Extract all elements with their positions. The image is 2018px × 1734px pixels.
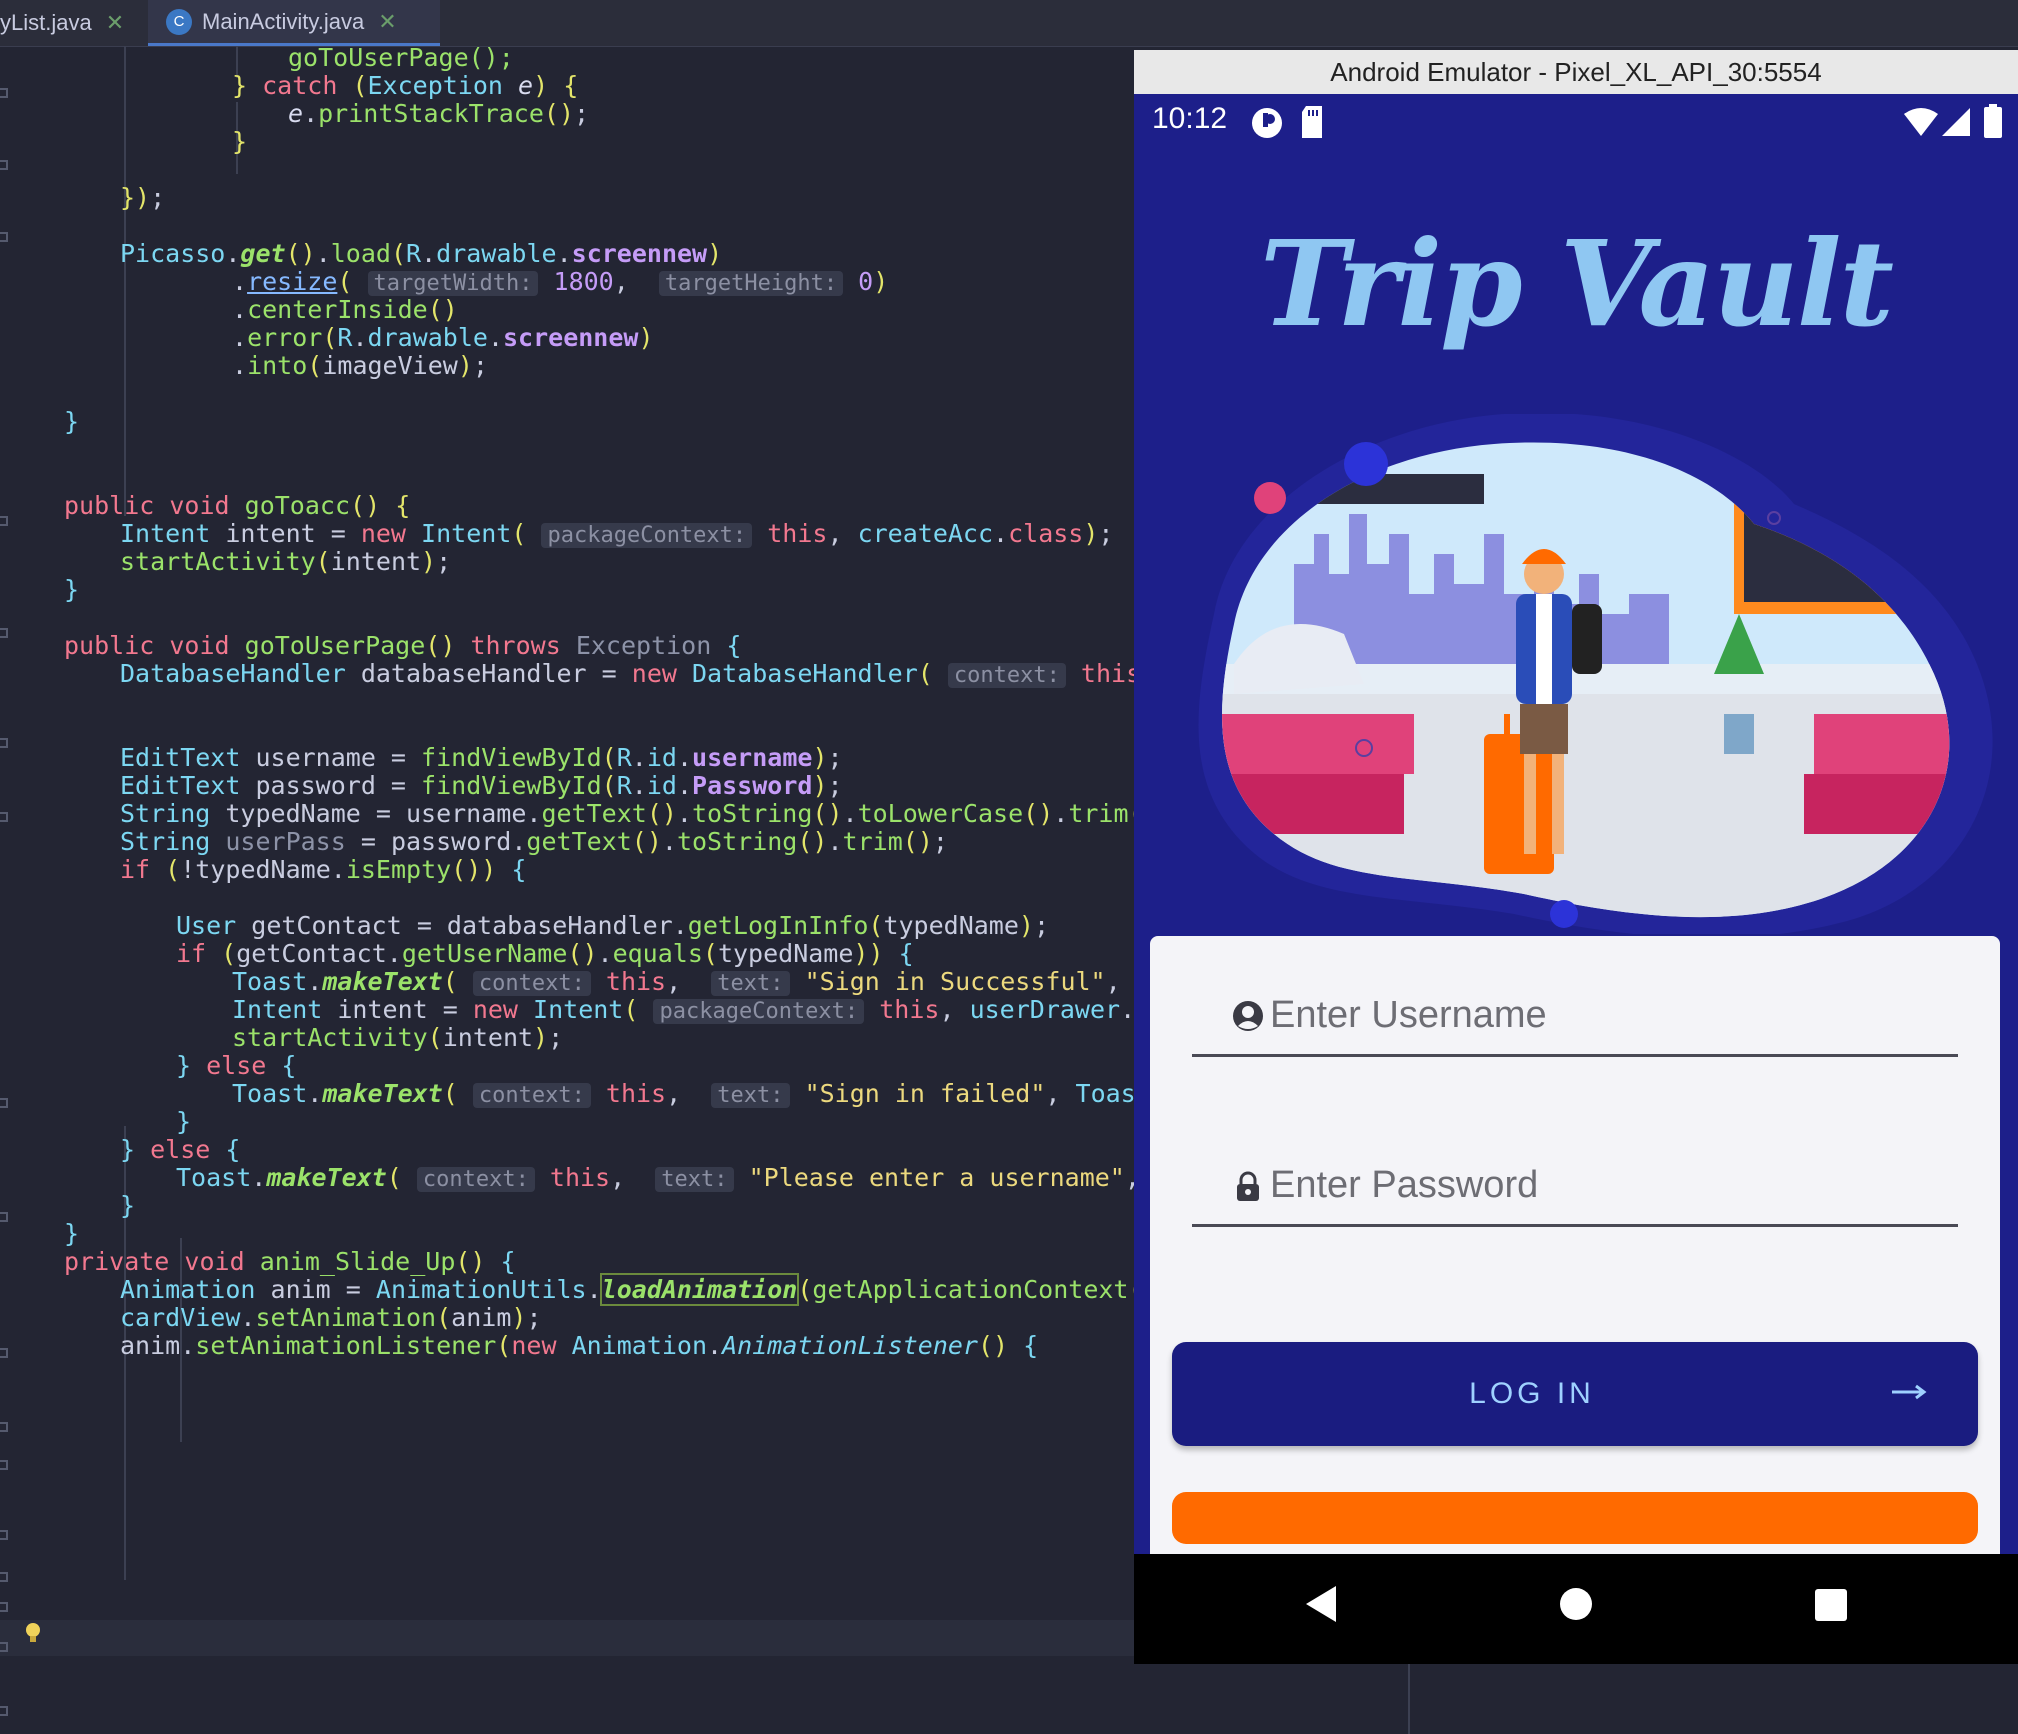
- code-line: e.printStackTrace();: [288, 99, 590, 128]
- tab-mainactivity-java[interactable]: C MainActivity.java ✕: [148, 0, 440, 46]
- code-line: }: [64, 407, 80, 436]
- java-class-icon: C: [166, 8, 192, 35]
- username-field[interactable]: Enter Username: [1192, 970, 1958, 1057]
- code-line: }: [120, 1191, 136, 1220]
- back-icon[interactable]: [1302, 1584, 1338, 1624]
- app-logo: Trip Vault: [1259, 214, 1894, 353]
- secondary-button[interactable]: [1172, 1492, 1978, 1544]
- code-line: DatabaseHandler databaseHandler = new Da…: [120, 659, 1134, 688]
- code-line: anim.setAnimationListener(new Animation.…: [120, 1331, 1039, 1360]
- emulator-title-bar[interactable]: Android Emulator - Pixel_XL_API_30:5554: [1134, 50, 2018, 95]
- wifi-icon: [1904, 108, 1938, 136]
- status-time: 10:12: [1152, 102, 1228, 135]
- editor-area: [1134, 1664, 2018, 1734]
- tab-label: yList.java: [0, 10, 92, 35]
- notification-icon: [1252, 108, 1282, 138]
- arrow-right-icon: [1892, 1384, 1927, 1400]
- sd-card-icon: [1302, 106, 1322, 138]
- password-placeholder: Enter Password: [1270, 1164, 1539, 1206]
- recents-icon[interactable]: [1814, 1588, 1848, 1622]
- status-bar: 10:12: [1134, 94, 2018, 158]
- code-line: if (!typedName.isEmpty()) {: [120, 855, 527, 884]
- code-line: });: [120, 183, 166, 212]
- android-nav-bar: [1134, 1554, 2018, 1664]
- android-emulator-window[interactable]: Android Emulator - Pixel_XL_API_30:5554 …: [1134, 50, 2018, 1664]
- tab-list-java[interactable]: yList.java ✕: [0, 0, 148, 46]
- code-line: startActivity(intent);: [120, 547, 452, 576]
- code-line: .into(imageView);: [232, 351, 488, 380]
- indent-guide: [1408, 1664, 1410, 1734]
- emulator-title: Android Emulator - Pixel_XL_API_30:5554: [1330, 56, 1822, 87]
- hero-illustration: [1198, 414, 1993, 934]
- editor-tab-bar: yList.java ✕ C MainActivity.java ✕: [0, 0, 2018, 47]
- battery-icon: [1984, 104, 2002, 138]
- close-icon[interactable]: ✕: [378, 9, 396, 35]
- code-line: Toast.makeText( context: this, text: "Pl…: [176, 1163, 1134, 1192]
- code-line: Toast.makeText( context: this, text: "Si…: [232, 1079, 1134, 1108]
- person-icon: [1233, 1001, 1263, 1031]
- home-icon[interactable]: [1558, 1586, 1594, 1622]
- code-line: }: [232, 127, 248, 156]
- code-line: }: [64, 575, 80, 604]
- lock-icon: [1237, 1171, 1259, 1201]
- close-icon[interactable]: ✕: [106, 10, 124, 36]
- code-editor[interactable]: goToUserPage(); } catch (Exception e) { …: [0, 46, 1134, 1734]
- login-button-label: LOG IN: [1469, 1377, 1595, 1410]
- username-placeholder: Enter Username: [1270, 994, 1547, 1036]
- device-screen[interactable]: 10:12 Trip Vault Enter Username Enter Pa…: [1134, 94, 2018, 1664]
- tab-label: MainActivity.java: [202, 8, 365, 34]
- login-button[interactable]: LOG IN: [1172, 1342, 1978, 1446]
- signal-icon: [1942, 108, 1970, 136]
- password-field[interactable]: Enter Password: [1192, 1140, 1958, 1227]
